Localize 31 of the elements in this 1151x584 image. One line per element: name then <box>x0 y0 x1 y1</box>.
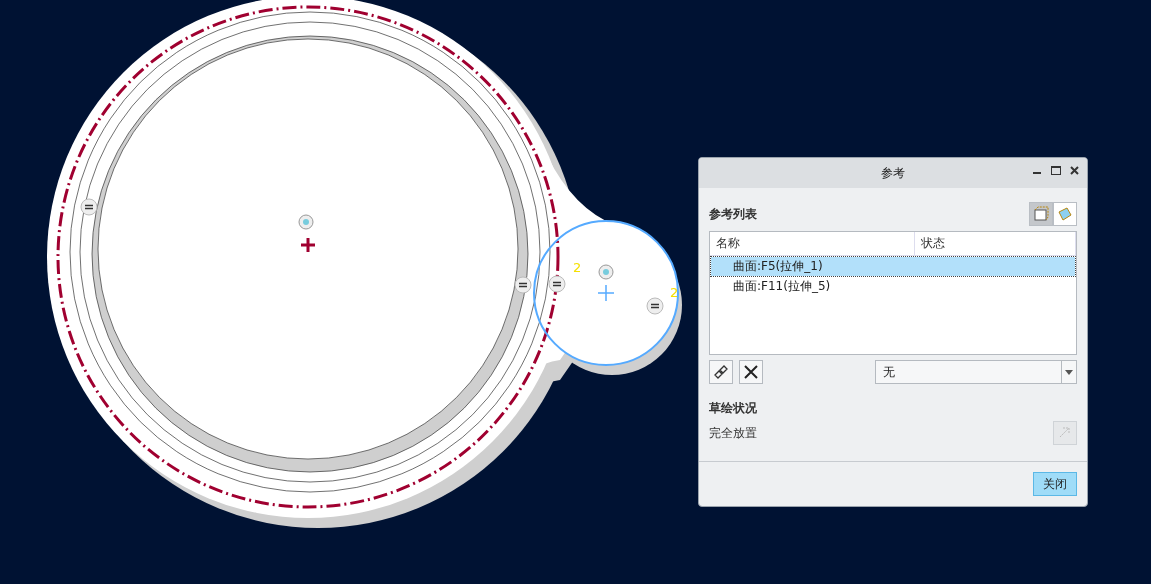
sketch-view-toggle[interactable] <box>1029 202 1053 226</box>
link-button[interactable] <box>709 360 733 384</box>
reference-row[interactable]: 曲面:F5(拉伸_1) <box>711 257 1075 276</box>
equal-constraint-icon <box>80 198 98 216</box>
dialog-title: 参考 <box>881 164 905 182</box>
equal-constraint-icon <box>646 297 664 315</box>
filter-select[interactable]: 无 <box>875 360 1077 384</box>
center-point-icon <box>298 214 314 230</box>
equal-constraint-icon <box>548 275 566 293</box>
sketch-plane-icon <box>1033 206 1049 222</box>
delete-button[interactable] <box>739 360 763 384</box>
column-header[interactable]: 名称 <box>710 232 915 255</box>
section-title: 草绘状况 <box>709 400 758 417</box>
reference-row[interactable]: 曲面:F11(拉伸_5) <box>711 277 1075 296</box>
chain-link-icon <box>712 363 730 381</box>
status-text: 完全放置 <box>709 424 757 442</box>
origin-cross-icon <box>299 236 317 254</box>
section-title: 参考列表 <box>709 205 757 223</box>
model-view-toggle[interactable] <box>1053 202 1077 226</box>
center-point-icon <box>598 264 614 280</box>
close-button[interactable]: 关闭 <box>1033 472 1077 496</box>
constraint-label: 2 <box>670 285 679 300</box>
close-icon[interactable] <box>1070 166 1079 175</box>
equal-constraint-icon <box>514 276 532 294</box>
surface-icon <box>1057 206 1073 222</box>
delete-icon <box>744 365 758 379</box>
column-header[interactable]: 状态 <box>915 232 1076 255</box>
center-cross-icon <box>597 284 615 302</box>
maximize-icon[interactable] <box>1051 166 1061 175</box>
dropdown-caret-icon <box>1065 369 1073 375</box>
constraint-label: 2 <box>573 260 582 275</box>
